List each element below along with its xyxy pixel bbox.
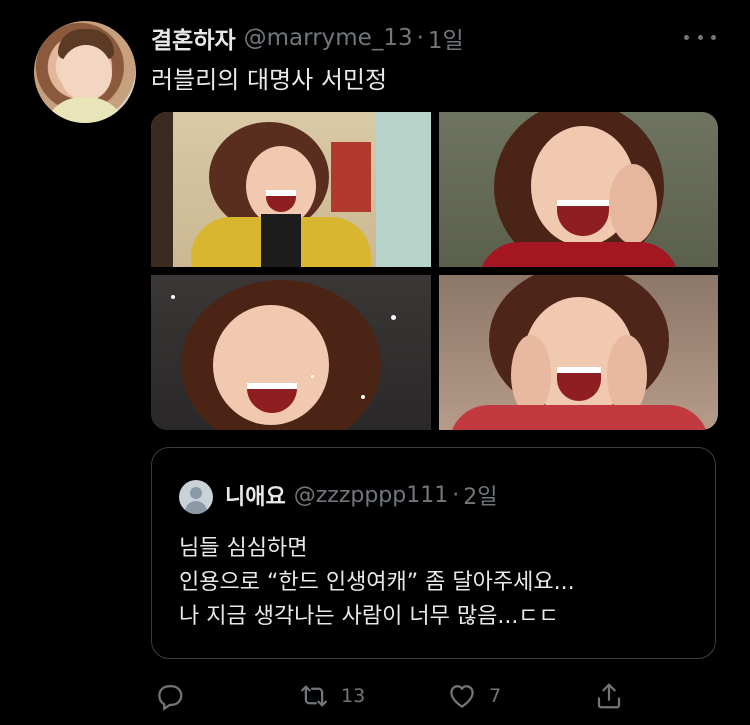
media-photo-3[interactable] xyxy=(151,275,431,430)
media-photo-4[interactable] xyxy=(439,275,718,430)
media-photo-2[interactable] xyxy=(439,112,718,267)
more-horizontal-icon[interactable] xyxy=(684,30,716,44)
share-button[interactable] xyxy=(594,676,636,716)
media-grid xyxy=(151,112,718,430)
reply-icon xyxy=(158,685,183,711)
author-avatar[interactable] xyxy=(34,21,136,123)
quoted-handle[interactable]: @zzzpppp111 xyxy=(294,483,449,508)
quoted-text-line: 님들 심심하면 xyxy=(179,536,308,561)
quoted-tweet-header: 니애요 @zzzpppp111 · 2일 xyxy=(225,479,497,511)
author-handle[interactable]: @marryme_13 xyxy=(244,25,413,51)
quoted-text-line: 나 지금 생각나는 사람이 너무 많음...ㄷㄷ xyxy=(179,604,559,629)
heart-icon xyxy=(450,685,474,708)
quoted-text-line: 인용으로 “한드 인생여캐” 좀 달아주세요... xyxy=(179,570,575,595)
retweet-count: 13 xyxy=(341,685,366,707)
quoted-tweet-card[interactable]: 니애요 @zzzpppp111 · 2일 님들 심심하면 인용으로 “한드 인생… xyxy=(151,447,716,659)
media-photo-1[interactable] xyxy=(151,112,431,267)
quoted-timestamp[interactable]: 2일 xyxy=(463,479,497,511)
quoted-display-name[interactable]: 니애요 xyxy=(225,479,286,511)
avatar-face xyxy=(60,45,112,101)
tweet-header: 결혼하자 @marryme_13 · 1일 xyxy=(151,22,464,54)
default-profile-icon[interactable] xyxy=(179,480,213,514)
tweet-timestamp[interactable]: 1일 xyxy=(428,21,464,55)
quoted-header-separator: · xyxy=(452,482,460,508)
author-display-name[interactable]: 결혼하자 xyxy=(151,21,236,55)
retweet-button[interactable]: 13 xyxy=(299,676,365,716)
like-count: 7 xyxy=(489,685,502,707)
avatar-shirt xyxy=(42,97,128,123)
retweet-icon xyxy=(301,685,327,707)
like-button[interactable]: 7 xyxy=(447,676,501,716)
share-icon xyxy=(597,683,621,709)
header-separator: · xyxy=(416,25,424,51)
tweet-action-bar: 13 7 xyxy=(151,676,641,716)
reply-button[interactable] xyxy=(155,676,197,716)
quoted-tweet-text: 님들 심심하면 인용으로 “한드 인생여캐” 좀 달아주세요... 나 지금 생… xyxy=(179,532,699,634)
tweet-text: 러블리의 대명사 서민정 xyxy=(151,66,388,94)
